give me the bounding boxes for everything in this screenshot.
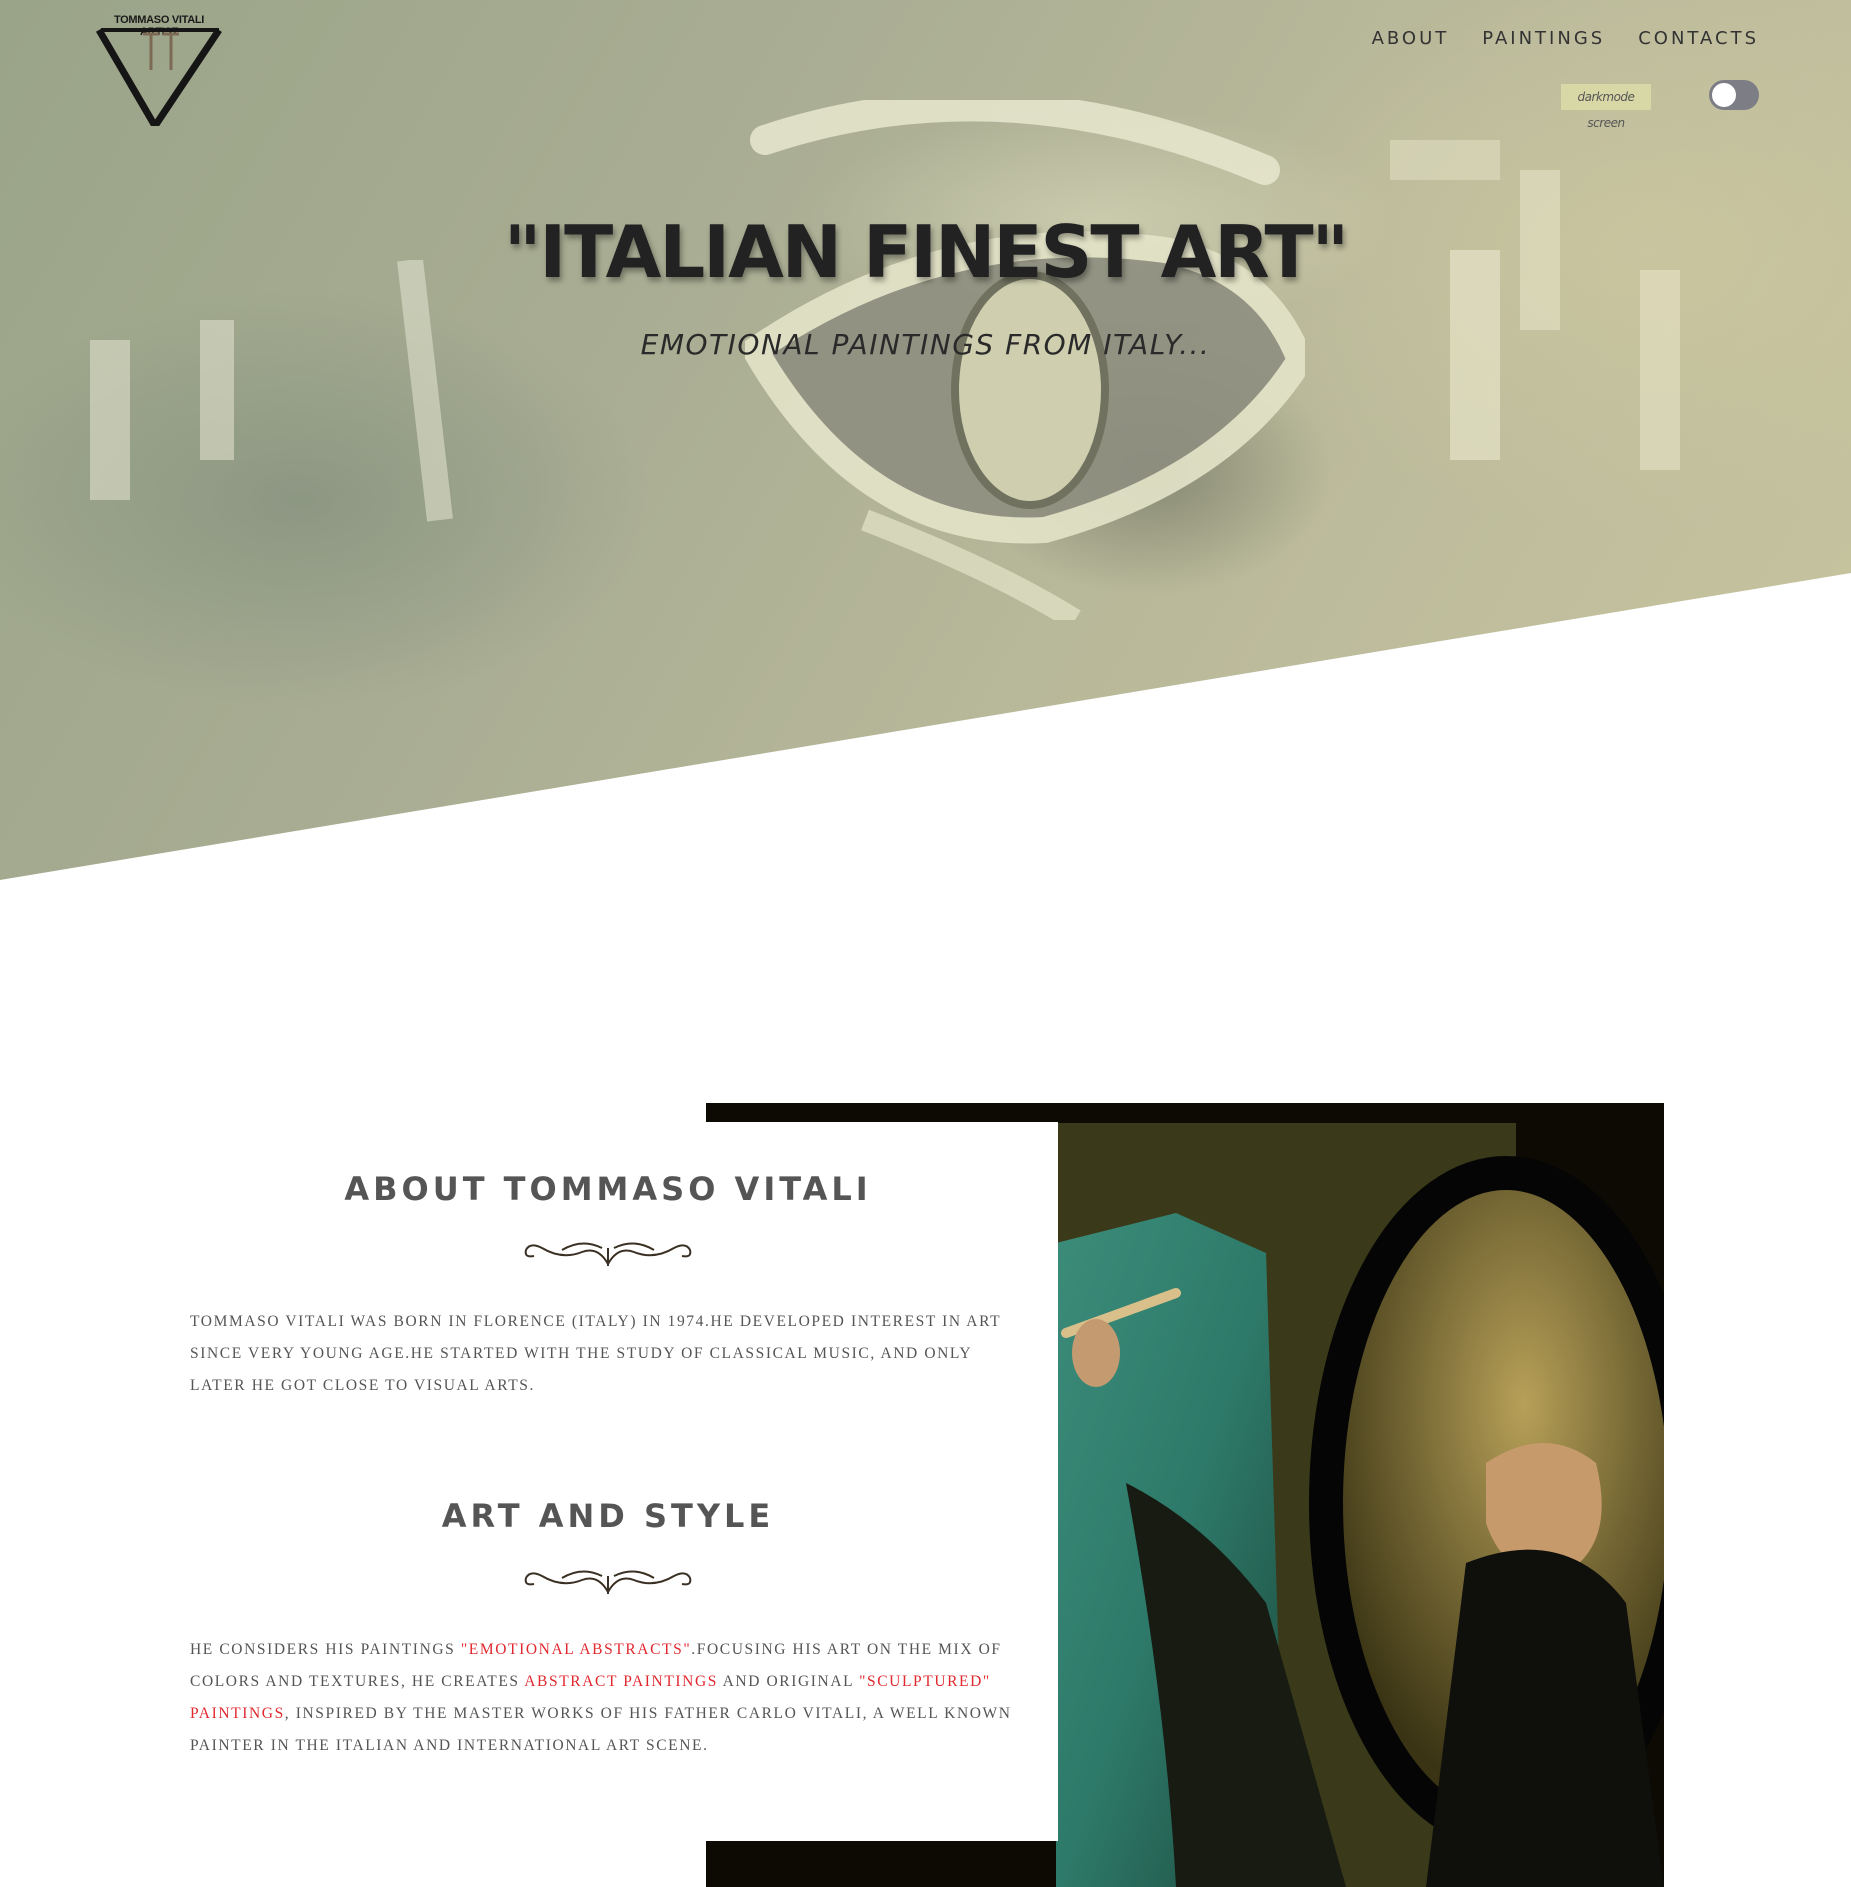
hieroglyph-decoration bbox=[1390, 140, 1680, 470]
style-title: ART AND STYLE bbox=[441, 1497, 775, 1535]
nav-contacts-link[interactable]: CONTACTS bbox=[1638, 28, 1759, 49]
emotional-abstracts-link[interactable]: "EMOTIONAL ABSTRACTS" bbox=[461, 1641, 691, 1658]
main-nav: ABOUT PAINTINGS CONTACTS bbox=[1372, 28, 1759, 49]
flourish-divider-icon bbox=[524, 1242, 692, 1266]
style-text-part: AND ORIGINAL bbox=[718, 1673, 860, 1690]
toggle-knob bbox=[1712, 83, 1736, 107]
abstract-paintings-link[interactable]: ABSTRACT PAINTINGS bbox=[524, 1673, 718, 1690]
style-text: HE CONSIDERS HIS PAINTINGS "EMOTIONAL AB… bbox=[190, 1634, 1020, 1762]
site-logo[interactable]: TOMMASO VITALI ARTIST bbox=[95, 14, 223, 126]
figure-decoration bbox=[90, 260, 453, 522]
about-title: ABOUT TOMMASO VITALI bbox=[344, 1170, 872, 1208]
style-text-part: HE CONSIDERS HIS PAINTINGS bbox=[190, 1641, 461, 1658]
style-text-part: , INSPIRED BY THE MASTER WORKS OF HIS FA… bbox=[190, 1705, 1012, 1754]
nav-about-link[interactable]: ABOUT bbox=[1372, 28, 1450, 49]
about-text: TOMMASO VITALI WAS BORN IN FLORENCE (ITA… bbox=[190, 1313, 1001, 1394]
logo-v-mark bbox=[95, 28, 222, 126]
darkmode-toggle[interactable] bbox=[1709, 80, 1759, 110]
nav-paintings-link[interactable]: PAINTINGS bbox=[1482, 28, 1605, 49]
flourish-divider-icon bbox=[524, 1570, 692, 1594]
hero-section: TOMMASO VITALI ARTIST ABOUT PAINTINGS CO… bbox=[0, 0, 1851, 880]
hero-background-image bbox=[0, 0, 1851, 880]
darkmode-label: darkmode screen bbox=[1561, 84, 1651, 130]
hero-subtitle: EMOTIONAL PAINTINGS FROM ITALY... bbox=[640, 328, 1211, 361]
hero-title: "ITALIAN FINEST ART" bbox=[503, 210, 1349, 294]
